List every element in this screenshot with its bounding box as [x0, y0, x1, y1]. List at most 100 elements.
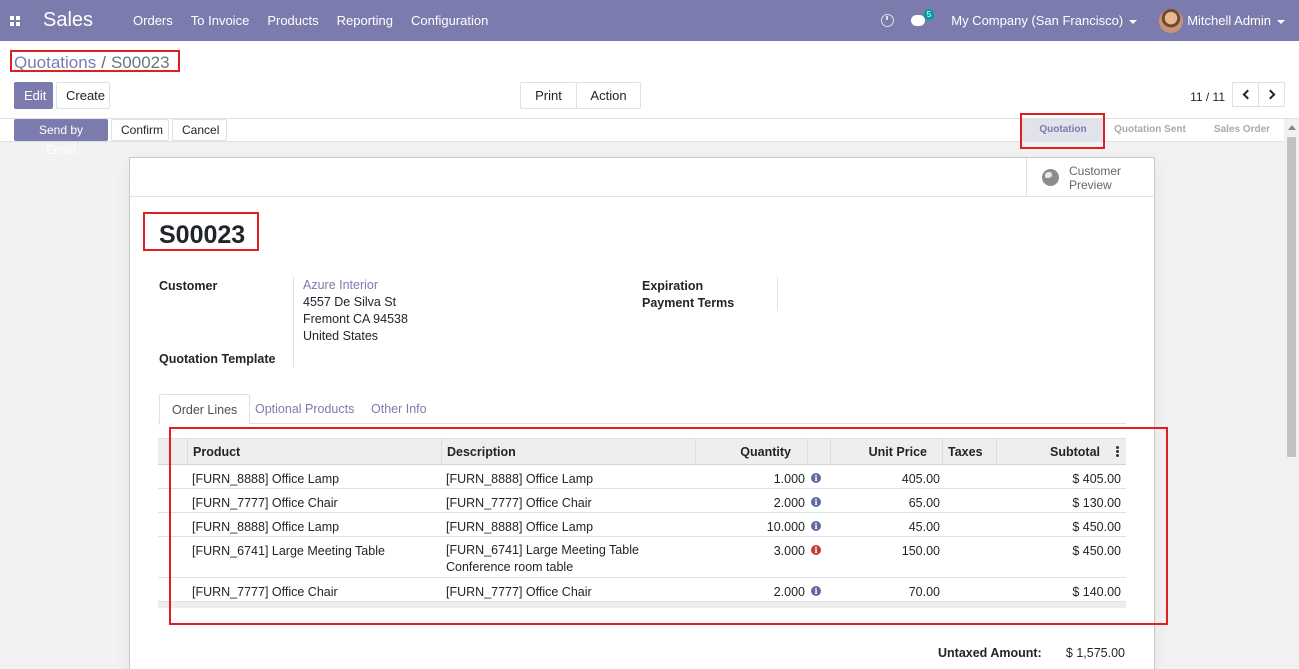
warning-icon[interactable]: i [811, 545, 821, 555]
chevron-down-icon [1129, 19, 1138, 24]
scroll-thumb[interactable] [1287, 137, 1296, 457]
row-quantity: 1.000 [773, 472, 805, 486]
menu-configuration[interactable]: Configuration [411, 13, 488, 28]
globe-icon [1042, 169, 1059, 186]
status-sales-order[interactable]: Sales Order [1200, 119, 1284, 142]
scroll-up-icon[interactable] [1288, 125, 1296, 130]
row-subtotal: $ 450.00 [1072, 544, 1121, 558]
payment-terms-label: Payment Terms [642, 296, 735, 310]
notebook-tabs: Order Lines Optional Products Other Info [158, 394, 1126, 425]
create-button[interactable]: Create [56, 82, 110, 109]
control-panel: Quotations / S00023 Edit Create Print Acti… [0, 41, 1299, 124]
quotation-template-label: Quotation Template [159, 352, 276, 366]
form-sheet: Customer Preview S00023 Customer Azure I… [129, 157, 1155, 669]
row-description: [FURN_6741] Large Meeting Table Conferen… [446, 542, 639, 576]
company-switcher[interactable]: My Company (San Francisco) [951, 13, 1138, 28]
row-product: [FURN_7777] Office Chair [192, 585, 338, 599]
pager-value[interactable]: 11 / 11 [1190, 90, 1225, 104]
row-unit-price: 150.00 [901, 544, 940, 558]
user-name: Mitchell Admin [1187, 13, 1271, 28]
row-product: [FURN_8888] Office Lamp [192, 520, 340, 534]
company-name: My Company (San Francisco) [951, 13, 1124, 28]
app-name[interactable]: Sales [43, 9, 93, 32]
confirm-button[interactable]: Confirm [111, 119, 169, 141]
column-header-description[interactable]: Description [441, 439, 695, 465]
info-icon[interactable]: i [811, 473, 821, 483]
user-menu[interactable]: Mitchell Admin [1187, 13, 1285, 28]
column-header-subtotal[interactable]: Subtotal [996, 439, 1126, 465]
row-description: [FURN_8888] Office Lamp [446, 472, 594, 486]
avatar[interactable] [1159, 8, 1184, 33]
row-description: [FURN_7777] Office Chair [446, 496, 592, 510]
cancel-button[interactable]: Cancel [172, 119, 227, 141]
menu-products[interactable]: Products [267, 13, 318, 28]
page-scrollbar[interactable] [1284, 119, 1299, 669]
action-button[interactable]: Action [576, 82, 641, 124]
row-unit-price: 405.00 [901, 472, 940, 486]
row-product: [FURN_6741] Large Meeting Table [192, 544, 385, 558]
info-icon[interactable]: i [811, 586, 821, 596]
row-subtotal: $ 130.00 [1072, 496, 1121, 510]
tab-optional-products[interactable]: Optional Products [243, 394, 366, 424]
menu-reporting[interactable]: Reporting [337, 13, 393, 28]
address-line: United States [303, 329, 379, 343]
customer-label: Customer [159, 279, 218, 293]
expiration-field-divider [777, 277, 778, 311]
column-header-info [807, 439, 830, 465]
chat-icon[interactable]: 5 [911, 9, 935, 26]
chevron-down-icon [1277, 19, 1285, 24]
send-by-email-button[interactable]: Send by Email [14, 119, 108, 157]
status-quotation-sent[interactable]: Quotation Sent [1106, 119, 1194, 142]
column-header-unit-price[interactable]: Unit Price [830, 439, 942, 465]
pager-next-button[interactable] [1258, 82, 1285, 107]
row-unit-price: 70.00 [908, 585, 940, 599]
menu-to-invoice[interactable]: To Invoice [191, 13, 250, 28]
print-button[interactable]: Print [520, 82, 577, 124]
optional-columns-icon[interactable] [1116, 446, 1119, 457]
breadcrumb-current: S00023 [110, 53, 170, 72]
row-description-line: [FURN_6741] Large Meeting Table [446, 543, 639, 557]
info-icon[interactable]: i [811, 497, 821, 507]
row-description: [FURN_7777] Office Chair [446, 585, 592, 599]
customer-preview-button[interactable]: Customer Preview [1026, 158, 1154, 197]
column-header-product[interactable]: Product [187, 439, 441, 465]
breadcrumb-separator: / [101, 53, 106, 72]
pager-previous-button[interactable] [1232, 82, 1259, 107]
tab-order-lines[interactable]: Order Lines [159, 394, 251, 425]
column-header-taxes[interactable]: Taxes [942, 439, 996, 465]
table-row[interactable]: [FURN_8888] Office Lamp [FURN_8888] Offi… [158, 513, 1126, 537]
untaxed-amount-label: Untaxed Amount: [938, 646, 1042, 660]
top-navbar: Sales Orders To Invoice Products Reporti… [0, 0, 1299, 41]
row-unit-price: 45.00 [908, 520, 940, 534]
customer-link[interactable]: Azure Interior [303, 277, 408, 294]
breadcrumb: Quotations / S00023 [14, 53, 170, 73]
breadcrumb-quotations[interactable]: Quotations [14, 53, 96, 72]
row-quantity: 10.000 [766, 520, 805, 534]
table-row[interactable]: [FURN_8888] Office Lamp [FURN_8888] Offi… [158, 465, 1126, 489]
template-field-divider [293, 345, 294, 367]
info-icon[interactable]: i [811, 521, 821, 531]
table-row[interactable]: [FURN_7777] Office Chair [FURN_7777] Off… [158, 489, 1126, 513]
address-line: 4557 De Silva St [303, 295, 397, 309]
apps-grid-icon[interactable] [0, 0, 30, 41]
row-quantity: 2.000 [773, 496, 805, 510]
smart-button-box: Customer Preview [130, 158, 1154, 197]
row-subtotal: $ 405.00 [1072, 472, 1121, 486]
chevron-right-icon [1265, 89, 1275, 100]
customer-address: Azure Interior 4557 De Silva St Fremont … [293, 277, 408, 366]
column-header-quantity[interactable]: Quantity [695, 439, 807, 465]
row-product: [FURN_8888] Office Lamp [192, 472, 340, 486]
status-quotation[interactable]: Quotation [1022, 119, 1104, 142]
table-header: Product Description Quantity Unit Price … [158, 438, 1126, 465]
row-unit-price: 65.00 [908, 496, 940, 510]
tab-other-info[interactable]: Other Info [359, 394, 439, 424]
table-row[interactable]: [FURN_6741] Large Meeting Table [FURN_67… [158, 537, 1126, 578]
edit-button[interactable]: Edit [14, 82, 53, 109]
form-statusbar: Send by Email Confirm Cancel Quotation Q… [0, 119, 1284, 157]
activity-clock-icon[interactable] [881, 14, 895, 27]
menu-orders[interactable]: Orders [133, 13, 173, 28]
table-footer [158, 602, 1126, 608]
table-row[interactable]: [FURN_7777] Office Chair [FURN_7777] Off… [158, 578, 1126, 602]
row-subtotal: $ 450.00 [1072, 520, 1121, 534]
action-label: Action [590, 88, 627, 103]
